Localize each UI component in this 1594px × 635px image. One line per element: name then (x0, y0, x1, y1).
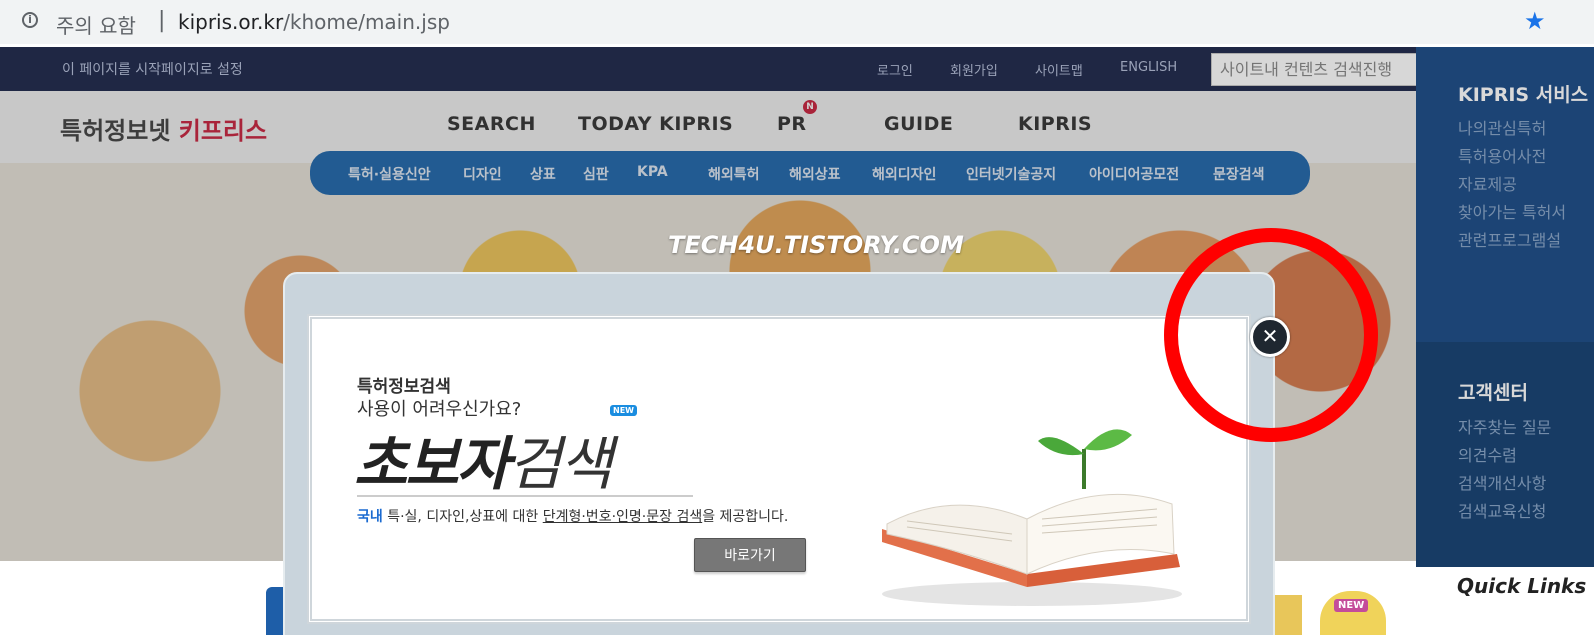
open-book-illustration (882, 429, 1182, 606)
right-side-panel: KIPRIS 서비스 나의관심특허 특허용어사전 자료제공 찾아가는 특허서 관… (1416, 47, 1594, 567)
close-popup-button[interactable]: ✕ (1250, 317, 1290, 357)
close-icon: ✕ (1261, 324, 1279, 348)
popup-new-badge: NEW (610, 405, 637, 416)
popup-divider (357, 495, 693, 497)
signup-link[interactable]: 회원가입 (950, 60, 998, 79)
set-startpage-link[interactable]: 이 페이지를 시작페이지로 설정 (62, 59, 243, 79)
new-banner[interactable]: NEW (1320, 591, 1386, 635)
site-search-input[interactable] (1211, 53, 1441, 86)
utility-bar: 이 페이지를 시작페이지로 설정 로그인 회원가입 사이트맵 ENGLISH (0, 47, 1594, 91)
info-icon[interactable]: i (22, 12, 38, 28)
quick-links-title: Quick Links (1457, 574, 1587, 598)
banner-edge (1272, 595, 1302, 635)
popup-headline: 초보자검색 (354, 430, 613, 498)
popup-content: 특허정보검색 사용이 어려우신가요? NEW 초보자검색 국내 특·실, 디자인… (307, 314, 1251, 624)
new-tag: NEW (1334, 599, 1369, 612)
popup-subtitle: 특허정보검색 (357, 377, 451, 397)
url-text[interactable]: kipris.or.kr/khome/main.jsp (178, 10, 450, 34)
go-button[interactable]: 바로가기 (694, 538, 806, 572)
url-separator: | (158, 8, 166, 33)
beginner-search-popup: 특허정보검색 사용이 어려우신가요? NEW 초보자검색 국내 특·실, 디자인… (283, 272, 1275, 635)
popup-description: 국내 특·실, 디자인,상표에 대한 단계형·번호·인명·문장 검색을 제공합니… (357, 509, 789, 525)
watermark-text: TECH4U.TISTORY.COM (668, 231, 964, 259)
browser-address-bar: i 주의 요함 | kipris.or.kr/khome/main.jsp ★ (0, 0, 1594, 44)
english-link[interactable]: ENGLISH (1120, 60, 1177, 75)
omnibox[interactable]: i 주의 요함 | kipris.or.kr/khome/main.jsp ★ (8, 3, 1586, 39)
url-host: kipris.or.kr (178, 10, 284, 34)
url-path: /khome/main.jsp (283, 10, 450, 34)
security-label[interactable]: 주의 요함 (56, 10, 136, 39)
bookmark-star-icon[interactable]: ★ (1524, 7, 1546, 35)
login-link[interactable]: 로그인 (877, 60, 913, 79)
sitemap-link[interactable]: 사이트맵 (1035, 60, 1083, 79)
web-page: 이 페이지를 시작페이지로 설정 로그인 회원가입 사이트맵 ENGLISH 특… (0, 47, 1594, 635)
panel-dim-overlay (1416, 47, 1594, 567)
